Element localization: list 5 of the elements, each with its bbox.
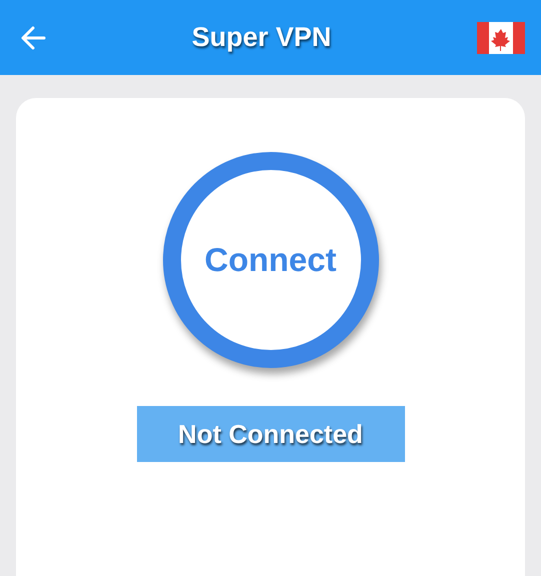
back-arrow-icon[interactable] — [20, 26, 46, 50]
connect-button[interactable]: Connect — [162, 152, 378, 368]
app-title: Super VPN — [192, 22, 332, 53]
flag-icon[interactable] — [476, 22, 525, 54]
connection-status: Not Connected — [136, 406, 404, 462]
